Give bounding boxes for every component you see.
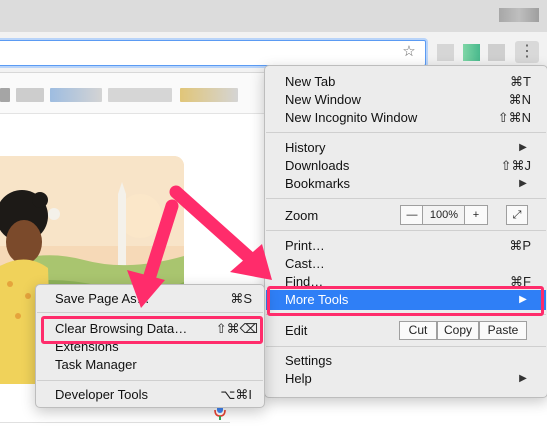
menu-item-history[interactable]: History <box>285 139 325 157</box>
bookmark-item[interactable] <box>108 88 172 102</box>
menu-item-settings[interactable]: Settings <box>285 352 332 370</box>
submenu-arrow-icon: ▶ <box>519 178 527 189</box>
menu-item-bookmarks[interactable]: Bookmarks <box>285 175 350 193</box>
more-tools-submenu: Save Page As… ⌘S Clear Browsing Data… ⇧⌘… <box>35 284 265 408</box>
bookmark-item[interactable] <box>180 88 238 102</box>
menu-item-new-incognito-window[interactable]: New Incognito Window <box>285 109 417 127</box>
menu-item-more-tools[interactable]: More Tools ▶ <box>266 290 546 310</box>
menu-item-extensions[interactable]: Extensions <box>55 338 119 356</box>
menu-separator <box>266 346 546 347</box>
menu-item-help[interactable]: Help <box>285 370 312 388</box>
menu-item-downloads[interactable]: Downloads <box>285 157 349 175</box>
shortcut-new-incognito: ⇧⌘N <box>497 110 531 125</box>
shortcut-print: ⌘P <box>509 238 531 253</box>
paste-button[interactable]: Paste <box>479 321 527 340</box>
shortcut-developer-tools: ⌥⌘I <box>220 387 252 402</box>
menu-separator <box>37 312 263 313</box>
chrome-main-menu: New Tab ⌘T New Window ⌘N New Incognito W… <box>264 65 547 398</box>
menu-separator <box>266 132 546 133</box>
extension-icon[interactable] <box>463 44 480 61</box>
menu-separator <box>266 314 546 315</box>
menu-separator <box>266 230 546 231</box>
shortcut-clear-browsing: ⇧⌘⌫ <box>215 321 258 336</box>
menu-item-new-window[interactable]: New Window <box>285 91 361 109</box>
shortcut-find: ⌘F <box>510 274 531 289</box>
bookmark-item[interactable] <box>16 88 44 102</box>
profile-button[interactable] <box>499 8 539 22</box>
bookmark-item[interactable] <box>0 88 10 102</box>
bookmark-item[interactable] <box>50 88 102 102</box>
star-icon[interactable]: ☆ <box>401 44 417 60</box>
menu-separator <box>266 198 546 199</box>
menu-item-clear-browsing-data[interactable]: Clear Browsing Data… <box>55 320 187 338</box>
extension-icon[interactable] <box>437 44 454 61</box>
zoom-in-button[interactable]: + <box>464 205 488 225</box>
submenu-arrow-icon: ▶ <box>519 373 527 384</box>
vertical-ellipsis-icon[interactable]: ⋮ <box>515 41 539 63</box>
shortcut-new-window: ⌘N <box>508 92 531 107</box>
zoom-level: 100% <box>422 205 466 225</box>
menu-item-cast[interactable]: Cast… <box>285 255 325 273</box>
address-bar[interactable]: ☆ <box>0 40 426 66</box>
more-tools-label: More Tools <box>285 292 349 307</box>
shortcut-downloads: ⇧⌘J <box>500 158 531 173</box>
menu-item-find[interactable]: Find… <box>285 273 323 291</box>
menu-separator <box>37 380 263 381</box>
menu-item-new-tab[interactable]: New Tab <box>285 73 335 91</box>
copy-button[interactable]: Copy <box>437 321 479 340</box>
shortcut-save-page: ⌘S <box>230 291 252 306</box>
zoom-out-button[interactable]: — <box>400 205 424 225</box>
submenu-arrow-icon: ▶ <box>519 142 527 153</box>
fullscreen-icon[interactable]: ⤢ <box>506 205 528 225</box>
menu-item-print[interactable]: Print… <box>285 237 325 255</box>
menu-item-edit: Edit <box>285 323 308 338</box>
submenu-arrow-icon: ▶ <box>519 294 527 305</box>
menu-item-task-manager[interactable]: Task Manager <box>55 356 137 374</box>
extension-icon[interactable] <box>488 44 505 61</box>
menu-item-developer-tools[interactable]: Developer Tools <box>55 386 148 404</box>
shortcut-new-tab: ⌘T <box>510 74 531 89</box>
tab-strip <box>0 0 547 32</box>
cut-button[interactable]: Cut <box>399 321 437 340</box>
menu-item-zoom: Zoom <box>285 208 319 223</box>
menu-item-save-page-as[interactable]: Save Page As… <box>55 290 150 308</box>
